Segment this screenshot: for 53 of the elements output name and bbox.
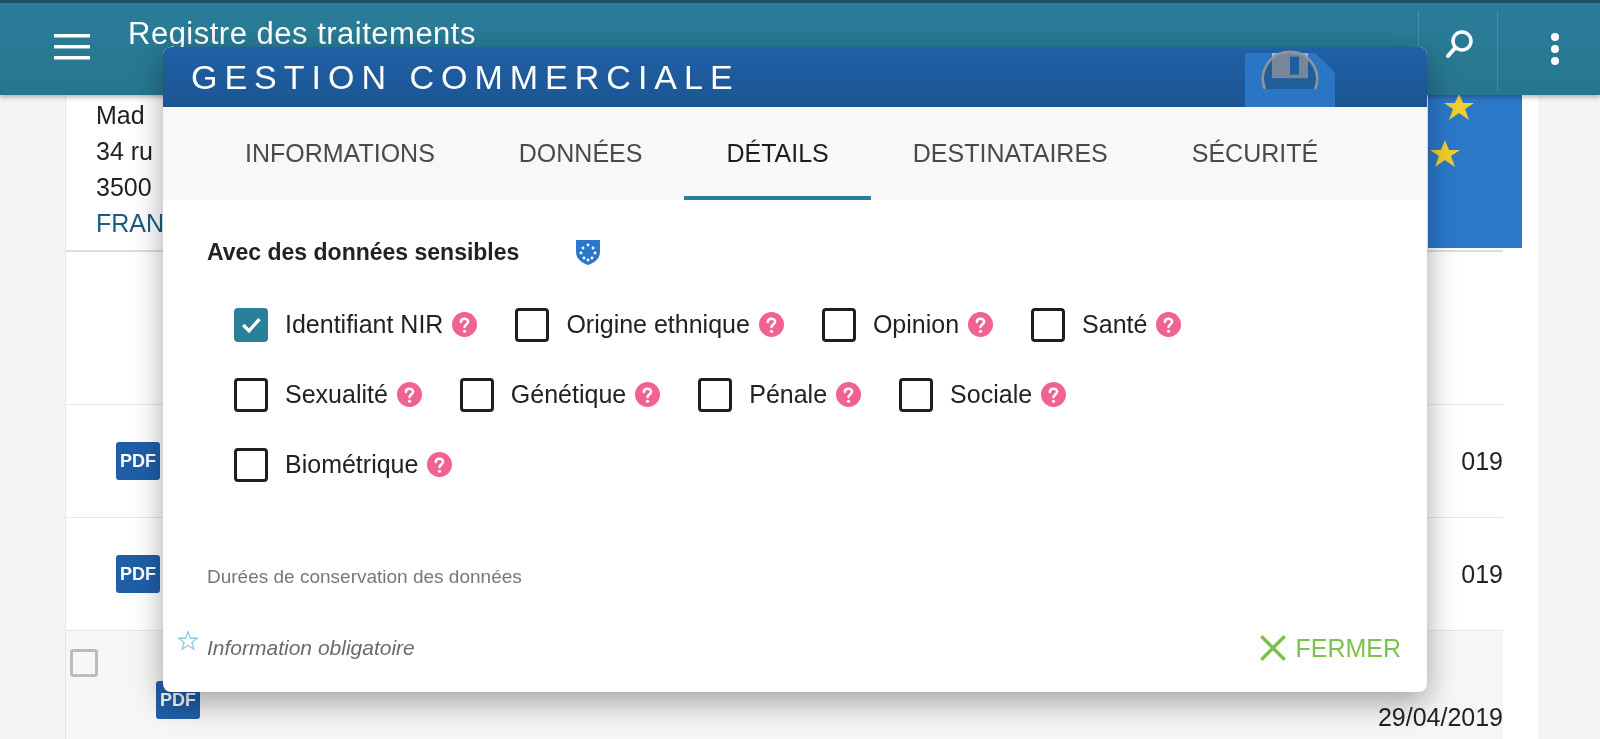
checkbox[interactable] <box>899 377 934 412</box>
help-icon[interactable] <box>396 382 422 407</box>
checkbox-label[interactable]: Sexualité <box>285 380 388 409</box>
help-icon[interactable] <box>836 382 862 407</box>
date-cell: 019 <box>1461 446 1503 476</box>
checkbox[interactable] <box>698 377 733 412</box>
checkbox[interactable] <box>234 377 268 412</box>
dialog-title: GESTION COMMERCIALE <box>191 57 740 97</box>
help-icon[interactable] <box>968 312 994 337</box>
tab[interactable]: SÉCURITÉ <box>1149 111 1361 200</box>
checkbox[interactable] <box>1031 307 1066 342</box>
date-cell: 29/04/2019 <box>1377 703 1503 732</box>
app-title: Registre des traitements <box>128 16 476 52</box>
checkbox-label[interactable]: Santé <box>1082 310 1148 339</box>
checkbox-label[interactable]: Identifiant NIR <box>285 310 444 339</box>
tab[interactable]: INFORMATIONS <box>203 111 477 200</box>
help-icon[interactable] <box>427 452 453 477</box>
more-options-icon[interactable] <box>1550 33 1560 65</box>
help-icon[interactable] <box>1041 382 1067 407</box>
checkbox[interactable] <box>234 447 268 482</box>
section-title: Avec des données sensibles <box>207 238 520 266</box>
date-cell: 019 <box>1461 559 1503 589</box>
pdf-file-button[interactable]: PDF <box>116 555 160 593</box>
row-checkbox[interactable] <box>70 649 98 677</box>
checkbox[interactable] <box>515 307 550 342</box>
search-icon[interactable] <box>1445 29 1475 59</box>
star-icon <box>177 630 199 652</box>
checkbox[interactable] <box>234 307 268 342</box>
checkbox[interactable] <box>821 307 856 342</box>
checkbox-label[interactable]: Génétique <box>510 380 627 409</box>
shield-icon <box>575 238 602 266</box>
help-icon[interactable] <box>758 312 784 337</box>
help-icon[interactable] <box>635 382 661 407</box>
help-icon[interactable] <box>1156 312 1182 337</box>
checkbox-label[interactable]: Biométrique <box>285 450 419 479</box>
required-note: Information obligatoire <box>207 636 415 660</box>
close-icon <box>1259 634 1288 662</box>
address-line: 34 ru <box>96 136 154 167</box>
tab[interactable]: DESTINATAIRES <box>870 111 1150 200</box>
checkbox-label[interactable]: Origine ethnique <box>566 310 750 339</box>
checkbox-label[interactable]: Opinion <box>872 310 960 339</box>
checkbox-label[interactable]: Pénale <box>749 380 828 409</box>
tab[interactable]: DONNÉES <box>476 111 685 200</box>
address-line: Mad <box>96 100 146 131</box>
checkbox-label[interactable]: Sociale <box>950 380 1033 409</box>
tab[interactable]: DÉTAILS <box>684 111 871 200</box>
address-line: 3500 <box>96 172 153 203</box>
help-icon[interactable] <box>452 312 478 337</box>
pdf-file-button[interactable]: PDF <box>116 442 160 480</box>
checkbox[interactable] <box>459 377 494 412</box>
country-link[interactable]: FRAN <box>96 205 165 241</box>
section-label: Durées de conservation des données <box>207 566 523 588</box>
menu-icon[interactable] <box>54 34 90 60</box>
